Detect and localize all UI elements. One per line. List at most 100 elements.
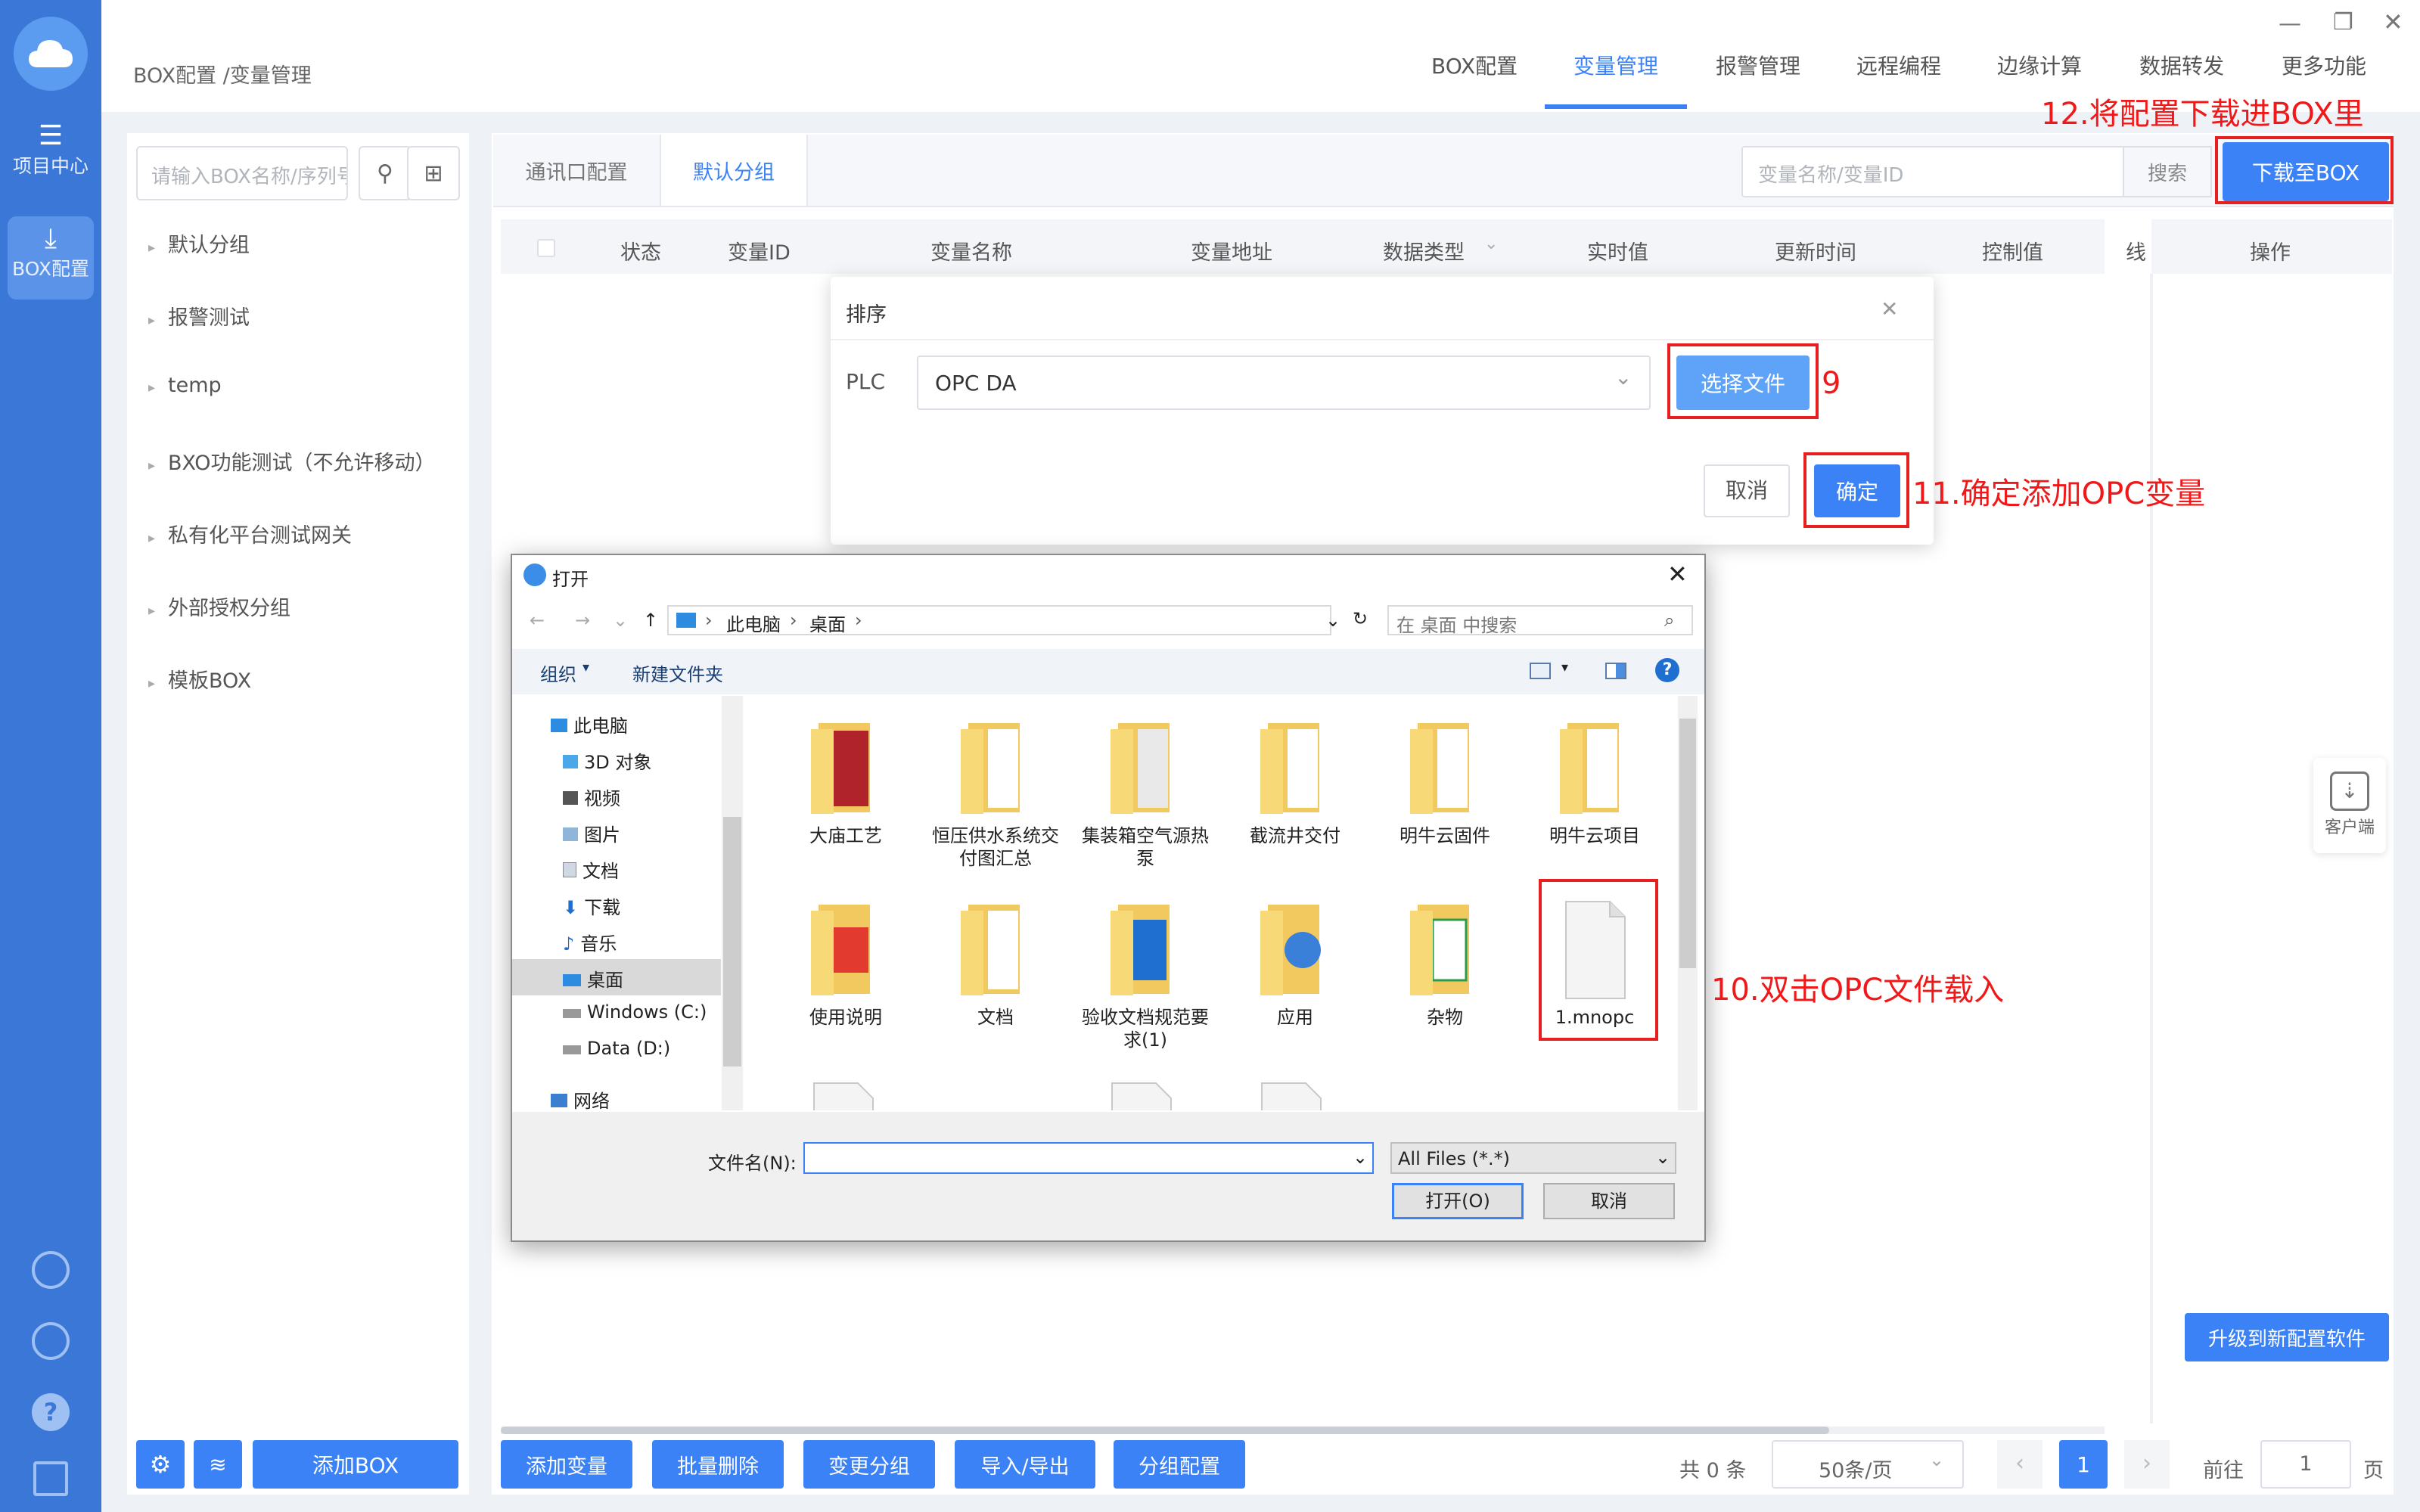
next-page-button[interactable]: › <box>2124 1440 2170 1489</box>
nav-drive-d[interactable]: Data (D:) <box>563 1038 670 1059</box>
add-box-button[interactable]: 添加BOX <box>253 1440 458 1489</box>
tab-more-functions[interactable]: 更多功能 <box>2282 50 2366 80</box>
refresh-icon[interactable]: ↻ <box>1353 608 1368 629</box>
subtab-default-group[interactable]: 默认分组 <box>660 135 808 206</box>
select-all-checkbox[interactable] <box>537 239 555 257</box>
client-button[interactable]: ⇣ 客户端 <box>2313 758 2386 853</box>
path-desktop[interactable]: 桌面 <box>809 610 846 636</box>
file-item[interactable]: 使用说明 <box>778 897 914 1029</box>
nav-scroll-thumb[interactable] <box>723 817 741 1066</box>
file-item[interactable]: 截流井交付 <box>1227 716 1363 847</box>
close-icon[interactable]: ✕ <box>1881 297 1898 321</box>
group-template-box[interactable]: ▸ 模板BOX <box>148 664 251 694</box>
help-icon[interactable]: ? <box>32 1393 70 1431</box>
wifi-off-button[interactable]: ≋ <box>194 1440 242 1489</box>
back-arrow-icon[interactable]: ← <box>530 610 545 631</box>
upgrade-software-button[interactable]: 升级到新配置软件 <box>2185 1313 2389 1361</box>
file-item[interactable]: 集装箱空气源热泵 <box>1077 716 1213 870</box>
files-scroll-thumb[interactable] <box>1679 719 1696 968</box>
dialog-search-input[interactable]: 在 桌面 中搜索 <box>1387 605 1693 636</box>
group-bxo-test[interactable]: ▸ BXO功能测试（不允许移动） <box>148 446 436 476</box>
page-1-button[interactable]: 1 <box>2059 1440 2108 1489</box>
nav-desktop[interactable]: 桌面 <box>563 965 623 992</box>
new-folder-button[interactable]: 新建文件夹 <box>632 660 723 686</box>
help-icon[interactable]: ? <box>1655 658 1679 682</box>
nav-drive-c[interactable]: Windows (C:) <box>563 1001 707 1023</box>
filter-button[interactable]: ⚲ <box>359 146 412 200</box>
file-item-partial[interactable] <box>1101 1079 1185 1110</box>
view-options-icon[interactable] <box>1530 663 1551 679</box>
file-item[interactable]: 文档 <box>927 897 1064 1029</box>
col-data-type[interactable]: 数据类型 <box>1383 236 1465 265</box>
user-icon[interactable] <box>32 1251 70 1289</box>
settings-button[interactable]: ⚙ <box>136 1440 185 1489</box>
nav-music[interactable]: ♪ 音乐 <box>563 929 617 955</box>
nav-downloads[interactable]: ⬇ 下载 <box>563 893 620 919</box>
preview-pane-icon[interactable] <box>1605 663 1626 679</box>
dialog-cancel-button[interactable]: 取消 <box>1543 1183 1675 1219</box>
tab-box-config[interactable]: BOX配置 <box>1431 50 1518 80</box>
prev-page-button[interactable]: ‹ <box>1997 1440 2043 1489</box>
batch-delete-button[interactable]: 批量删除 <box>652 1440 784 1489</box>
minimize-icon[interactable]: — <box>2279 11 2301 37</box>
filename-dropdown-icon[interactable]: ⌄ <box>1353 1147 1368 1168</box>
path-this-pc[interactable]: 此电脑 <box>726 610 781 636</box>
group-default[interactable]: ▸ 默认分组 <box>148 228 250 258</box>
file-item[interactable]: 明牛云项目 <box>1527 716 1663 847</box>
file-type-filter[interactable]: All Files (*.*) <box>1390 1142 1676 1174</box>
tab-data-forwarding[interactable]: 数据转发 <box>2139 50 2224 80</box>
goto-page-input[interactable]: 1 <box>2260 1440 2351 1489</box>
import-export-button[interactable]: 导入/导出 <box>955 1440 1095 1489</box>
group-config-button[interactable]: 分组配置 <box>1114 1440 1245 1489</box>
forward-arrow-icon[interactable]: → <box>575 610 590 631</box>
change-group-button[interactable]: 变更分组 <box>803 1440 935 1489</box>
h-scroll-thumb[interactable] <box>501 1427 1829 1434</box>
chevron-down-icon[interactable]: ⌄ <box>1484 234 1498 253</box>
variable-search-input[interactable]: 变量名称/变量ID <box>1741 146 2124 197</box>
add-variable-button[interactable]: 添加变量 <box>501 1440 632 1489</box>
nav-this-pc[interactable]: 此电脑 <box>551 711 628 737</box>
close-window-icon[interactable]: ✕ <box>2383 8 2403 36</box>
modal-cancel-button[interactable]: 取消 <box>1704 464 1790 517</box>
logout-icon[interactable] <box>33 1461 68 1496</box>
file-item-partial[interactable] <box>1251 1079 1334 1110</box>
subtab-comm-config[interactable]: 通讯口配置 <box>493 135 660 206</box>
dialog-open-button[interactable]: 打开(O) <box>1392 1183 1524 1219</box>
file-item[interactable]: 明牛云固件 <box>1377 716 1513 847</box>
history-chevron-icon[interactable]: ⌄ <box>613 610 628 631</box>
search-button[interactable]: 搜索 <box>2123 146 2212 197</box>
rail-box-config[interactable]: ⤓ BOX配置 <box>8 216 94 300</box>
tab-edge-computing[interactable]: 边缘计算 <box>1997 50 2082 80</box>
file-item[interactable]: 应用 <box>1227 897 1363 1029</box>
up-arrow-icon[interactable]: ↑ <box>643 610 658 631</box>
globe-icon[interactable] <box>32 1322 70 1360</box>
nav-3d-objects[interactable]: 3D 对象 <box>563 747 651 774</box>
filename-input[interactable] <box>803 1142 1374 1174</box>
plc-select[interactable]: OPC DA <box>917 355 1651 410</box>
file-item[interactable]: 验收文档规范要求(1) <box>1077 897 1213 1051</box>
view-dropdown-icon[interactable]: ▾ <box>1561 660 1568 675</box>
group-temp[interactable]: ▸ temp <box>148 374 222 397</box>
add-folder-button[interactable]: ⊞ <box>407 146 460 200</box>
group-private-platform[interactable]: ▸ 私有化平台测试网关 <box>148 519 352 548</box>
nav-documents[interactable]: 文档 <box>563 856 619 883</box>
file-item-partial[interactable] <box>803 1079 887 1110</box>
dialog-footer <box>512 1112 1704 1240</box>
tab-alarm-management[interactable]: 报警管理 <box>1716 50 1800 80</box>
dialog-close-icon[interactable]: ✕ <box>1667 560 1688 588</box>
nav-pictures[interactable]: 图片 <box>563 820 620 846</box>
file-item[interactable]: 大庙工艺 <box>778 716 914 847</box>
rail-project-center[interactable]: ☰ 项目中心 <box>8 121 94 194</box>
group-alarm-test[interactable]: ▸ 报警测试 <box>148 301 250 331</box>
organize-menu[interactable]: 组织 <box>540 660 576 686</box>
tab-remote-programming[interactable]: 远程编程 <box>1856 50 1941 80</box>
path-dropdown-icon[interactable]: ⌄ <box>1325 610 1340 631</box>
tab-variable-management[interactable]: 变量管理 <box>1573 50 1658 80</box>
box-search-input[interactable]: 请输入BOX名称/序列号 <box>136 146 348 200</box>
nav-network[interactable]: 网络 <box>551 1086 610 1113</box>
file-item[interactable]: 杂物 <box>1377 897 1513 1029</box>
file-item[interactable]: 恒压供水系统交付图汇总 <box>927 716 1064 870</box>
nav-videos[interactable]: 视频 <box>563 784 620 810</box>
restore-icon[interactable]: ❐ <box>2333 9 2353 36</box>
group-external-auth[interactable]: ▸ 外部授权分组 <box>148 591 290 621</box>
